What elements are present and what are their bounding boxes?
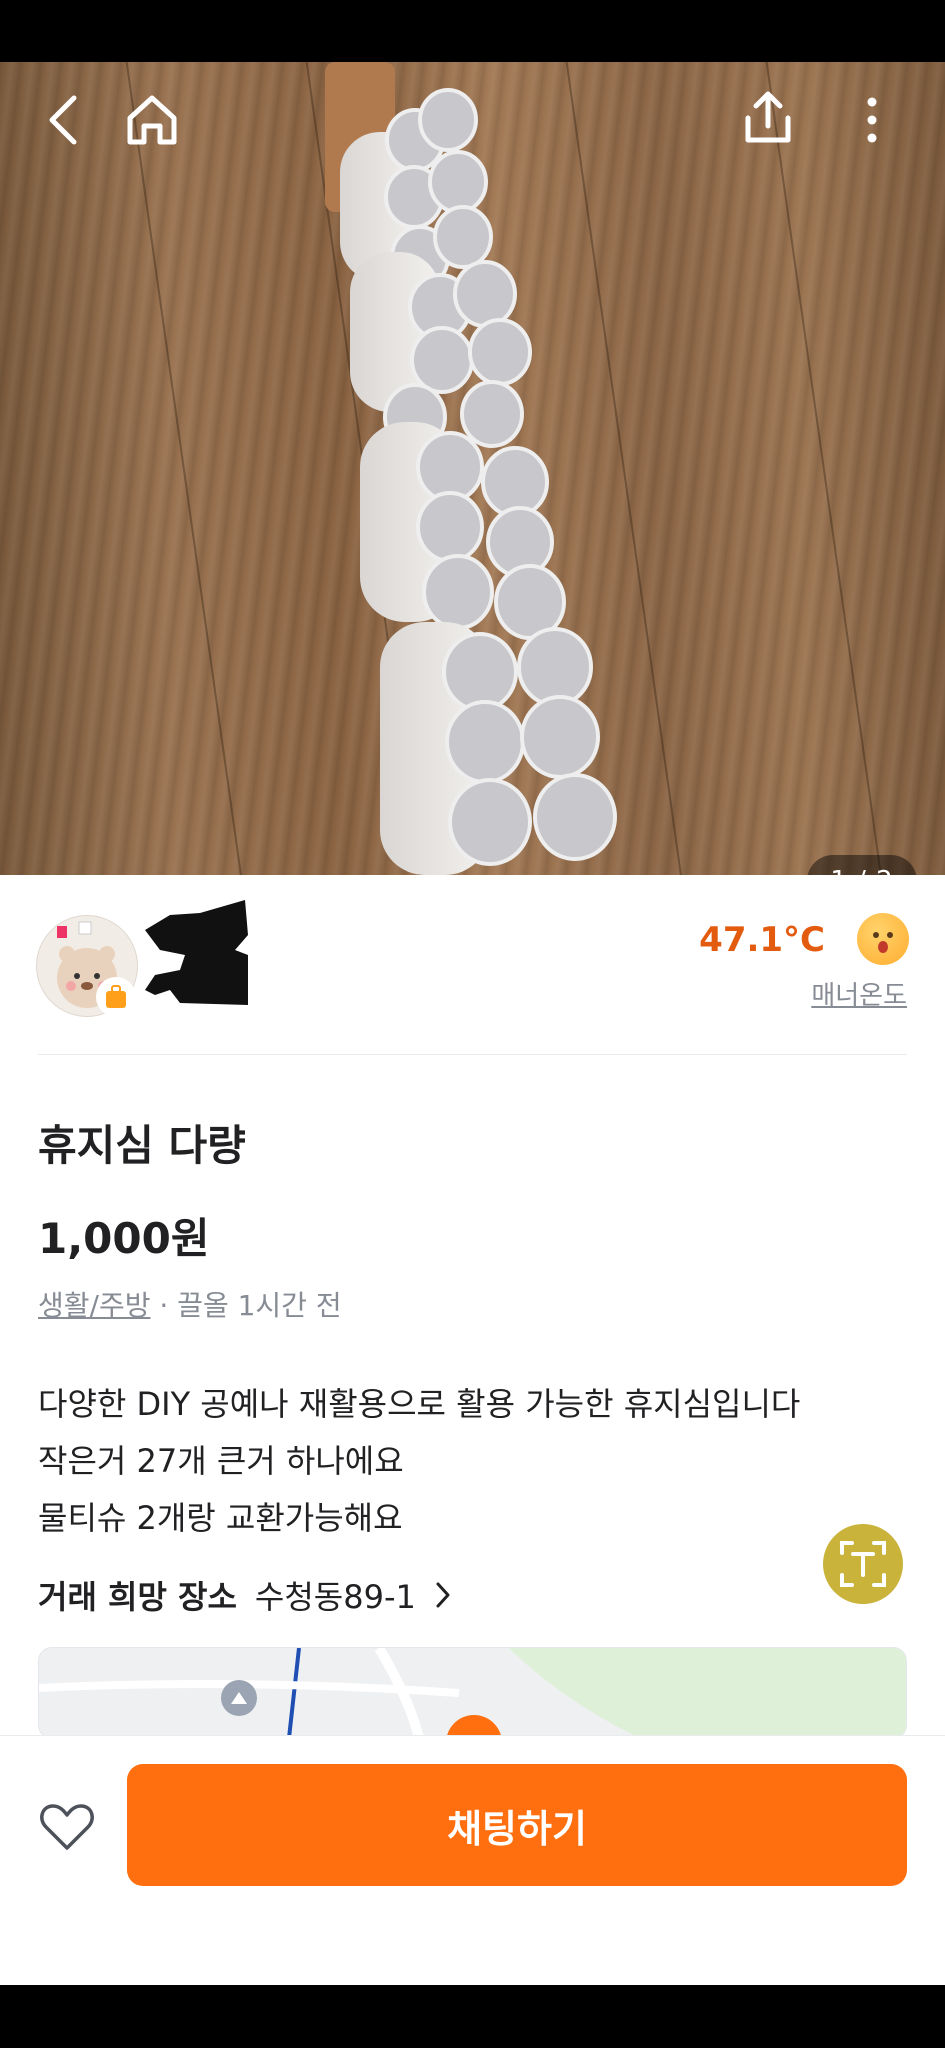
suitcase-badge-icon: [96, 977, 136, 1017]
smiley-face-icon: [857, 913, 909, 965]
seller-profile[interactable]: 47.1°C 매너온도: [0, 875, 945, 1055]
share-button[interactable]: [740, 88, 796, 148]
redacted-nickname: [145, 900, 248, 1005]
manner-temperature-label[interactable]: 매너온도: [811, 975, 907, 1012]
product-photo[interactable]: 1 / 2: [0, 62, 945, 875]
trade-place-row[interactable]: 거래 희망 장소 수청동89-1: [38, 1572, 452, 1618]
description-line: 물티슈 2개랑 교환가능해요: [38, 1499, 403, 1537]
category-link[interactable]: 생활/주방: [38, 1289, 150, 1322]
trade-place-label: 거래 희망 장소: [38, 1578, 237, 1616]
toilet-paper-rolls-image: [325, 62, 617, 875]
bottom-action-bar: 채팅하기: [0, 1735, 945, 1986]
description-line: 작은거 27개 큰거 하나에요: [38, 1442, 404, 1480]
time-meta: · 끌올 1시간 전: [150, 1289, 342, 1322]
share-icon: [745, 91, 791, 143]
description-line: 다양한 DIY 공예나 재활용으로 활용 가능한 휴지심입니다: [38, 1385, 801, 1423]
more-vertical-icon: [867, 97, 877, 143]
more-options-button[interactable]: [860, 90, 884, 150]
product-price: 1,000원: [38, 1214, 210, 1263]
like-button[interactable]: [36, 1796, 98, 1858]
manner-temperature: 47.1°C: [699, 920, 825, 960]
status-bar: [0, 0, 945, 62]
chat-button[interactable]: 채팅하기: [127, 1764, 907, 1886]
system-navigation-bar: [0, 1985, 945, 2048]
section-divider: [38, 1054, 907, 1055]
trade-place-value: 수청동89-1: [254, 1578, 416, 1616]
product-description: 다양한 DIY 공예나 재활용으로 활용 가능한 휴지심입니다 작은거 27개 …: [38, 1376, 800, 1547]
back-arrow-icon: [49, 95, 77, 145]
home-icon: [127, 95, 177, 145]
text-scan-icon: [840, 1541, 886, 1587]
location-map[interactable]: [38, 1647, 907, 1739]
chevron-right-icon: [436, 1582, 450, 1608]
product-title: 휴지심 다량: [38, 1121, 246, 1170]
back-button[interactable]: [44, 90, 84, 150]
text-recognition-button[interactable]: [823, 1524, 903, 1604]
heart-icon: [40, 1804, 94, 1850]
photo-counter: 1 / 2: [807, 855, 917, 875]
product-meta: 생활/주방 · 끌올 1시간 전: [38, 1284, 342, 1324]
map-preview-image: [39, 1648, 906, 1738]
home-button[interactable]: [124, 90, 180, 150]
